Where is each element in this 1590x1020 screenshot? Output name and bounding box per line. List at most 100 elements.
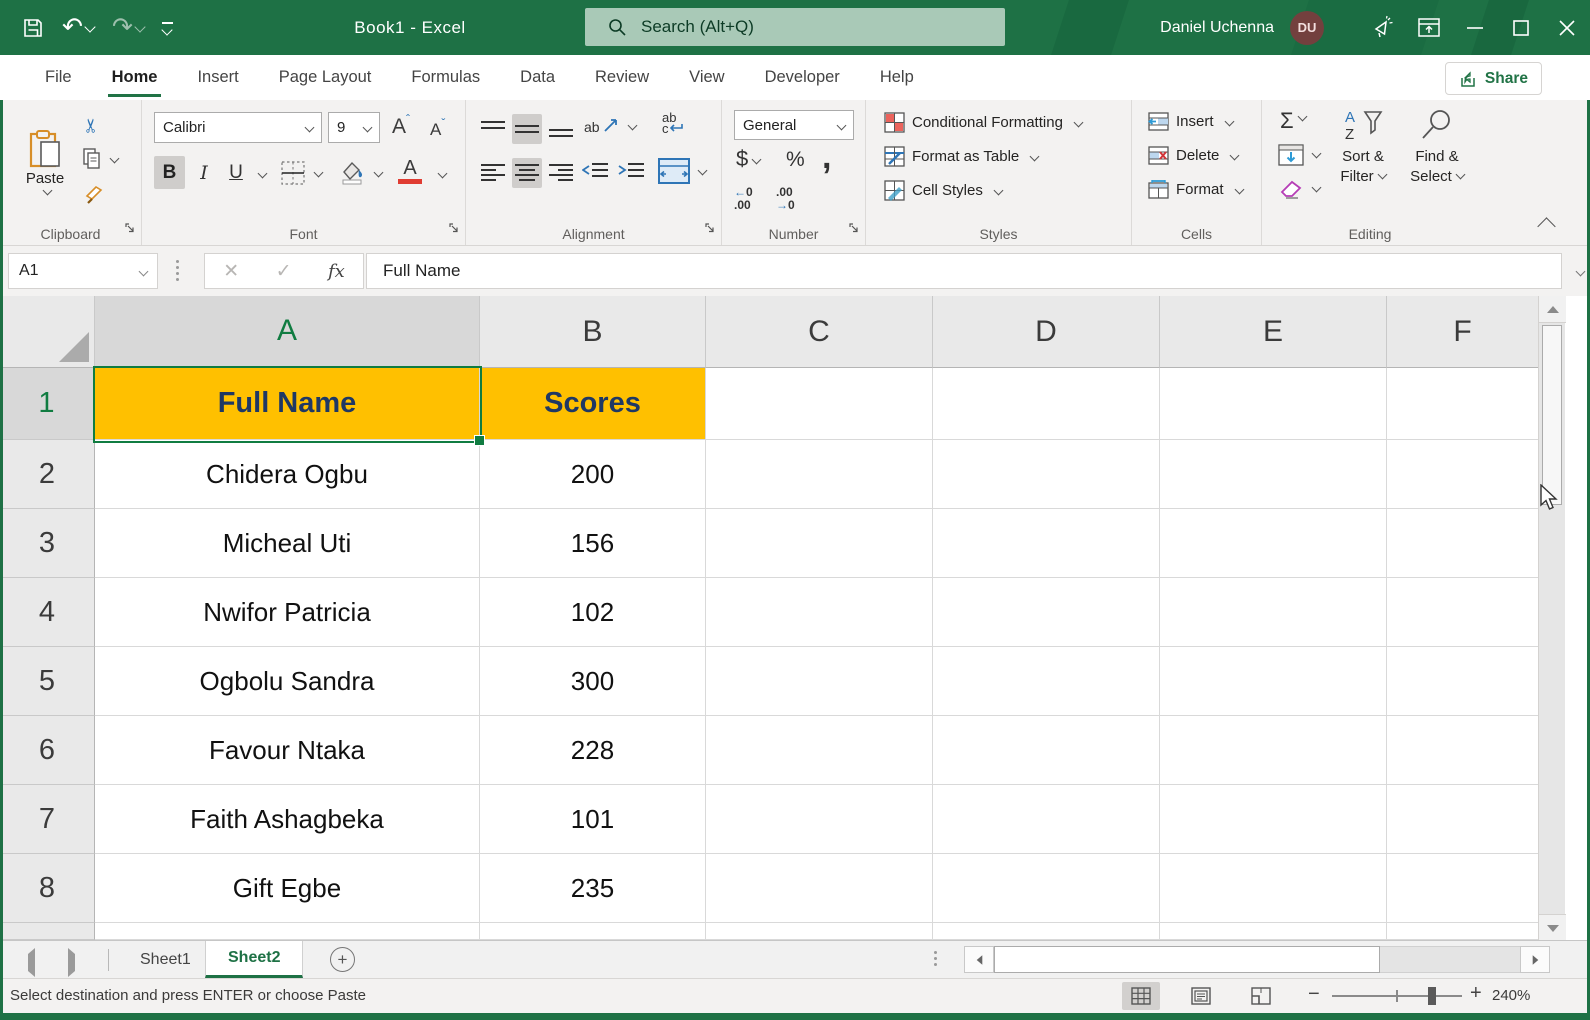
decrease-font-size-button[interactable]: Aˇ	[430, 116, 445, 140]
horizontal-scroll-thumb[interactable]	[994, 946, 1380, 973]
increase-decimal-button[interactable]: ←0.00	[734, 186, 753, 212]
cell-a8[interactable]: Gift Egbe	[95, 854, 480, 923]
increase-font-size-button[interactable]: Aˆ	[392, 112, 410, 139]
borders-button[interactable]	[280, 160, 322, 191]
minimize-button[interactable]	[1452, 0, 1498, 55]
insert-function-icon[interactable]: fx	[328, 261, 345, 282]
comma-style-button[interactable]: ,	[822, 138, 831, 177]
row-header-5[interactable]: 5	[0, 647, 95, 716]
paste-button[interactable]: Paste	[14, 110, 76, 214]
fill-color-button[interactable]	[338, 158, 382, 191]
cell[interactable]	[706, 923, 933, 940]
cell[interactable]	[480, 923, 706, 940]
clear-button[interactable]	[1278, 178, 1320, 205]
sheet-tab-sheet1[interactable]: Sheet1	[118, 941, 213, 978]
cell-b7[interactable]: 101	[480, 785, 706, 854]
cell[interactable]	[706, 854, 933, 923]
undo-button[interactable]: ↶	[62, 15, 94, 40]
cell[interactable]	[1160, 716, 1387, 785]
cell[interactable]	[1160, 647, 1387, 716]
number-dialog-launcher[interactable]	[849, 221, 860, 239]
sheet-tab-sheet2[interactable]: Sheet2	[205, 941, 303, 978]
search-input[interactable]: Search (Alt+Q)	[585, 8, 1005, 46]
tab-review[interactable]: Review	[575, 55, 669, 100]
underline-dropdown[interactable]	[258, 169, 268, 179]
tab-page-layout[interactable]: Page Layout	[259, 55, 392, 100]
cell-a7[interactable]: Faith Ashagbeka	[95, 785, 480, 854]
cell[interactable]	[706, 440, 933, 509]
row-header-9[interactable]	[0, 923, 95, 940]
merge-center-dropdown[interactable]	[698, 166, 708, 176]
save-icon[interactable]	[22, 17, 44, 39]
font-color-dropdown[interactable]	[438, 169, 448, 179]
cell-styles-button[interactable]: Cell Styles	[884, 180, 1002, 201]
cancel-icon[interactable]: ✕	[223, 260, 239, 283]
conditional-formatting-button[interactable]: Conditional Formatting	[884, 112, 1082, 133]
cell[interactable]	[933, 716, 1160, 785]
cut-button[interactable]: ✂	[84, 114, 100, 137]
cell[interactable]	[933, 440, 1160, 509]
row-header-2[interactable]: 2	[0, 440, 95, 509]
sort-filter-button[interactable]: AZ Sort &Filter	[1328, 108, 1398, 188]
copy-button[interactable]	[82, 148, 118, 175]
increase-indent-button[interactable]	[618, 162, 644, 187]
scroll-down-button[interactable]	[1539, 914, 1566, 941]
vertical-scrollbar[interactable]	[1538, 296, 1565, 940]
scroll-left-button[interactable]	[964, 946, 994, 973]
cell[interactable]	[1160, 785, 1387, 854]
number-format-select[interactable]: General	[734, 110, 854, 140]
maximize-button[interactable]	[1498, 0, 1544, 55]
tab-help[interactable]: Help	[860, 55, 934, 100]
select-all-corner[interactable]	[0, 296, 95, 368]
cell[interactable]	[933, 509, 1160, 578]
row-header-7[interactable]: 7	[0, 785, 95, 854]
scroll-right-button[interactable]	[1520, 946, 1550, 973]
fill-dropdown[interactable]	[1312, 149, 1322, 159]
new-sheet-button[interactable]: +	[330, 947, 355, 972]
cell[interactable]	[706, 716, 933, 785]
share-button[interactable]: Share	[1445, 62, 1542, 95]
expand-formula-bar-chevron[interactable]	[1576, 267, 1586, 277]
underline-button[interactable]: U	[222, 156, 250, 189]
coming-soon-megaphone-icon[interactable]	[1360, 0, 1406, 55]
format-painter-button[interactable]	[84, 182, 106, 209]
alignment-dialog-launcher[interactable]	[705, 221, 716, 239]
row-header-3[interactable]: 3	[0, 509, 95, 578]
wrap-text-button[interactable]: ab c	[662, 112, 683, 134]
merge-center-button[interactable]	[658, 158, 706, 189]
row-header-6[interactable]: 6	[0, 716, 95, 785]
cell[interactable]	[1387, 509, 1538, 578]
cell-a3[interactable]: Micheal Uti	[95, 509, 480, 578]
autosum-dropdown[interactable]	[1297, 112, 1307, 122]
cell[interactable]	[933, 923, 1160, 940]
accounting-dropdown[interactable]	[752, 155, 762, 165]
normal-view-button[interactable]	[1122, 982, 1160, 1010]
autosum-button[interactable]: Σ	[1280, 108, 1306, 134]
redo-button[interactable]: ↷	[112, 15, 144, 40]
cell[interactable]	[933, 854, 1160, 923]
column-header-a[interactable]: A	[95, 296, 480, 368]
avatar[interactable]: DU	[1290, 11, 1324, 45]
font-color-button[interactable]: A	[398, 158, 422, 184]
cell[interactable]	[1387, 578, 1538, 647]
cell-a4[interactable]: Nwifor Patricia	[95, 578, 480, 647]
borders-dropdown[interactable]	[314, 168, 324, 178]
middle-align-button[interactable]	[512, 114, 542, 144]
cell-a5[interactable]: Ogbolu Sandra	[95, 647, 480, 716]
zoom-slider-thumb[interactable]	[1428, 987, 1436, 1005]
tab-insert[interactable]: Insert	[177, 55, 258, 100]
cell-b8[interactable]: 235	[480, 854, 706, 923]
column-header-f[interactable]: F	[1387, 296, 1538, 368]
column-header-c[interactable]: C	[706, 296, 933, 368]
cell[interactable]	[933, 785, 1160, 854]
ribbon-display-options-icon[interactable]	[1406, 0, 1452, 55]
column-header-d[interactable]: D	[933, 296, 1160, 368]
bold-button[interactable]: B	[154, 156, 185, 189]
cell-b6[interactable]: 228	[480, 716, 706, 785]
tab-home[interactable]: Home	[92, 55, 178, 100]
tab-file[interactable]: File	[25, 55, 92, 100]
orientation-button[interactable]: ab	[584, 118, 636, 137]
cell[interactable]	[1387, 854, 1538, 923]
row-header-1[interactable]: 1	[0, 368, 95, 440]
cell[interactable]	[933, 578, 1160, 647]
